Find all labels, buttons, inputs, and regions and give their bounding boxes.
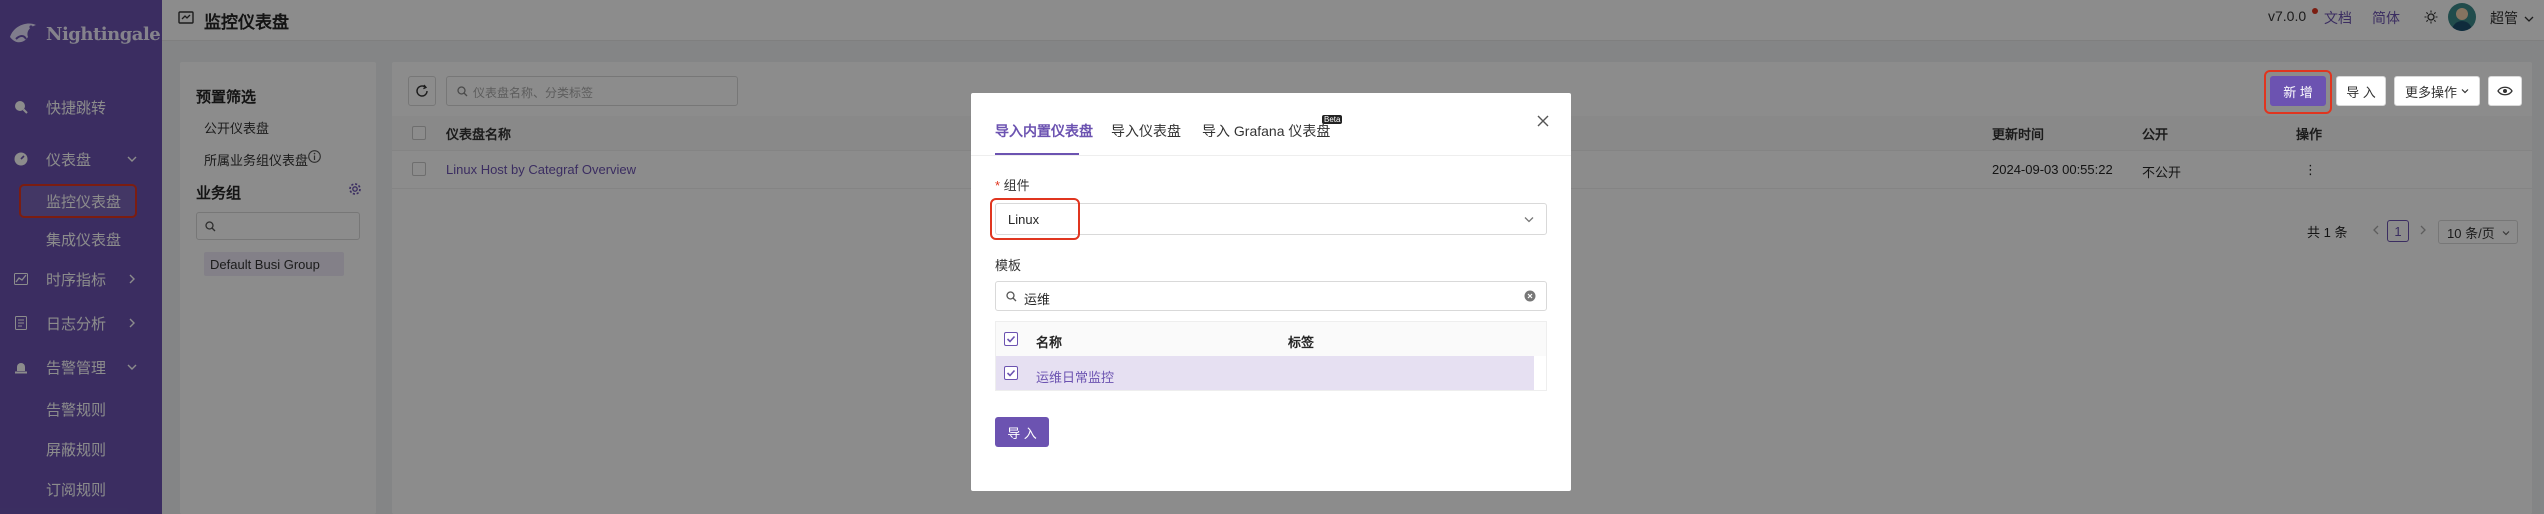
- check-icon: [1006, 369, 1016, 377]
- template-row[interactable]: 运维日常监控: [996, 356, 1534, 390]
- tab-builtin-import[interactable]: 导入内置仪表盘: [995, 121, 1093, 141]
- template-search-value: 运维: [1024, 292, 1051, 307]
- modal-tabs: 导入内置仪表盘 导入仪表盘 导入 Grafana 仪表盘 Beta: [971, 93, 1571, 156]
- template-col-tags: 标签: [1288, 335, 1315, 350]
- template-col-name: 名称: [1036, 335, 1063, 350]
- new-button-highlight: [2264, 70, 2332, 114]
- import-dashboard-modal: 导入内置仪表盘 导入仪表盘 导入 Grafana 仪表盘 Beta * 组件 L…: [971, 93, 1571, 491]
- column-visibility-button[interactable]: [2488, 76, 2522, 106]
- component-label: * 组件: [995, 178, 1030, 193]
- beta-badge: Beta: [1322, 115, 1343, 124]
- template-table: 名称 标签 运维日常监控: [995, 321, 1547, 391]
- active-tab-indicator: [995, 153, 1079, 155]
- more-actions-button[interactable]: 更多操作: [2394, 76, 2480, 106]
- import-submit-button[interactable]: 导 入: [995, 417, 1049, 447]
- tab-import-dashboard[interactable]: 导入仪表盘: [1111, 121, 1181, 141]
- tab-import-grafana[interactable]: 导入 Grafana 仪表盘: [1202, 121, 1330, 141]
- import-button[interactable]: 导 入: [2336, 76, 2386, 106]
- chevron-down-icon: [1524, 217, 1534, 223]
- check-icon: [1006, 335, 1016, 343]
- template-label: 模板: [995, 258, 1022, 273]
- template-row-checkbox[interactable]: [1004, 366, 1018, 380]
- eye-icon: [2497, 86, 2513, 96]
- template-search-input[interactable]: 运维: [995, 281, 1547, 311]
- close-icon[interactable]: [1537, 115, 1549, 127]
- clear-icon[interactable]: [1524, 290, 1536, 302]
- template-table-header: 名称 标签: [996, 322, 1546, 356]
- select-all-templates-checkbox[interactable]: [1004, 332, 1018, 346]
- more-actions-label: 更多操作: [2404, 84, 2457, 100]
- search-icon: [1006, 291, 1017, 302]
- chevron-down-icon: [2461, 89, 2469, 94]
- template-name: 运维日常监控: [1036, 370, 1115, 385]
- component-highlight: [990, 198, 1080, 240]
